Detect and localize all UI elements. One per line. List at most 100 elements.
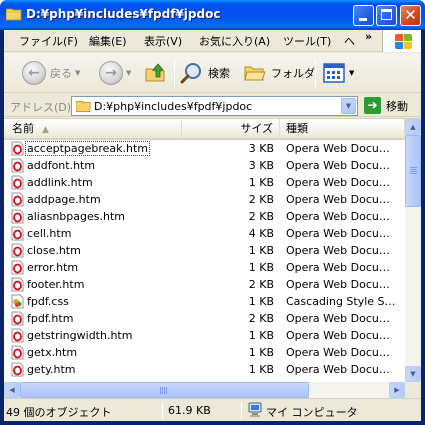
views-dropdown-icon[interactable]: ▼ [349,69,354,77]
column-type-label: 種類 [286,122,308,135]
file-row[interactable]: getx.htm 1 KB Opera Web Docume... [4,344,405,361]
status-bar: 49 個のオブジェクト 61.9 KB マイ コンピュータ [4,398,421,421]
maximize-button[interactable] [376,5,397,26]
file-row[interactable]: addpage.htm 2 KB Opera Web Docume... [4,191,405,208]
status-separator [162,402,163,419]
file-size: 2 KB [248,193,274,206]
file-size: 4 KB [248,227,274,240]
column-type-header[interactable]: 種類 [280,119,405,140]
windows-logo-icon [382,30,421,52]
go-button[interactable]: ➔ 移動 [364,97,408,114]
file-list[interactable]: 名前 ▲ サイズ 種類 acceptpagebreak.htm 3 KB Opera … [4,118,421,398]
file-row[interactable]: getstringwidth.htm 1 KB Opera Web Docume..… [4,327,405,344]
forward-dropdown-icon[interactable]: ▼ [126,69,131,77]
horizontal-scroll-thumb[interactable] [20,382,309,398]
file-size: 2 KB [248,210,274,223]
menu-help[interactable]: ヘ [344,33,355,49]
folder-icon [76,100,91,112]
search-label: 検索 [208,67,230,80]
forward-button[interactable]: → ▼ [99,61,131,85]
file-type: Opera Web Docume... [286,159,400,172]
file-size: 1 KB [248,176,274,189]
views-button[interactable]: ▼ [322,61,354,85]
file-type: Opera Web Docume... [286,363,400,376]
file-row[interactable]: addlink.htm 1 KB Opera Web Docume... [4,174,405,191]
file-name: fpdf.htm [27,312,74,325]
file-row[interactable]: fpdf.css 1 KB Cascading Style Sh... [4,293,405,310]
title-bar[interactable]: D:¥php¥includes¥fpdf¥jpdoc ✕ [0,0,425,30]
up-button[interactable] [144,61,168,85]
file-type: Opera Web Docume... [286,176,400,189]
opera-doc-icon [11,328,24,343]
address-bar: アドレス(D) D:¥php¥includes¥fpdf¥jpdoc ▼ ➔ 移… [4,94,421,117]
file-name: addlink.htm [27,176,93,189]
file-size: 1 KB [248,346,274,359]
menu-tools[interactable]: ツール(T) [283,33,331,49]
scroll-right-icon[interactable]: ▶ [389,382,405,398]
back-button[interactable]: ← 戻る ▼ [22,61,80,85]
file-row[interactable]: footer.htm 2 KB Opera Web Docume... [4,276,405,293]
menu-edit[interactable]: 編集(E) [89,33,127,49]
file-size: 1 KB [248,261,274,274]
file-size: 3 KB [248,142,274,155]
scroll-down-icon[interactable]: ▼ [405,366,421,382]
toolbar-separator [315,59,316,87]
go-arrow-icon: ➔ [364,97,381,114]
file-row[interactable]: aliasnbpages.htm 2 KB Opera Web Docume... [4,208,405,225]
file-size: 2 KB [248,312,274,325]
file-name: error.htm [27,261,79,274]
file-row[interactable]: cell.htm 4 KB Opera Web Docume... [4,225,405,242]
file-row[interactable]: fpdf.htm 2 KB Opera Web Docume... [4,310,405,327]
status-total-size: 61.9 KB [168,404,211,417]
status-separator [241,402,242,419]
search-icon [180,63,201,84]
folder-icon [6,8,22,21]
opera-doc-icon [11,192,24,207]
file-size: 1 KB [248,329,274,342]
file-row[interactable]: addfont.htm 3 KB Opera Web Docume... [4,157,405,174]
column-size-header[interactable]: サイズ [182,119,280,140]
file-type: Opera Web Docume... [286,210,400,223]
views-icon [323,63,345,83]
file-name: cell.htm [27,227,72,240]
double-chevron-right-icon[interactable]: » [365,30,372,43]
folders-icon [244,66,266,81]
scrollbar-corner [405,382,421,398]
file-type: Opera Web Docume... [286,244,400,257]
file-rows: acceptpagebreak.htm 3 KB Opera Web Docume.… [4,140,405,378]
menu-file[interactable]: ファイル(F) [19,33,78,49]
menu-favorites[interactable]: お気に入り(A) [199,33,270,49]
back-dropdown-icon[interactable]: ▼ [75,69,80,77]
window-title: D:¥php¥includes¥fpdf¥jpdoc [26,7,221,21]
opera-doc-icon [11,209,24,224]
status-location: マイ コンピュータ [266,406,358,419]
search-button[interactable]: 検索 [180,61,230,85]
file-size: 1 KB [248,295,274,308]
file-row[interactable]: acceptpagebreak.htm 3 KB Opera Web Docume.… [4,140,405,157]
folders-button[interactable]: フォルダ [243,61,315,85]
scroll-left-icon[interactable]: ◀ [4,382,20,398]
file-type: Opera Web Docume... [286,329,400,342]
opera-doc-icon [11,277,24,292]
scroll-up-icon[interactable]: ▲ [405,119,421,135]
vertical-scrollbar[interactable]: ▲ ▼ [405,119,421,382]
vertical-scroll-thumb[interactable] [405,135,421,207]
opera-doc-icon [11,260,24,275]
file-type: Opera Web Docume... [286,346,400,359]
address-label: アドレス(D) [10,101,72,114]
menu-view[interactable]: 表示(V) [144,33,182,49]
column-name-header[interactable]: 名前 ▲ [4,119,182,140]
horizontal-scrollbar[interactable]: ◀ ▶ [4,382,405,398]
minimize-button[interactable] [353,5,374,26]
file-row[interactable]: gety.htm 1 KB Opera Web Docume... [4,361,405,378]
toolbar: ← 戻る ▼ → ▼ 検索 フォルダ ▼ [4,53,421,93]
file-name: close.htm [27,244,81,257]
file-row[interactable]: close.htm 1 KB Opera Web Docume... [4,242,405,259]
address-dropdown-icon[interactable]: ▼ [341,98,356,114]
close-button[interactable]: ✕ [400,5,421,26]
file-size: 3 KB [248,159,274,172]
address-value: D:¥php¥includes¥fpdf¥jpdoc [94,100,253,113]
file-row[interactable]: error.htm 1 KB Opera Web Docume... [4,259,405,276]
address-input[interactable]: D:¥php¥includes¥fpdf¥jpdoc ▼ [71,96,358,116]
opera-doc-icon [11,362,24,377]
